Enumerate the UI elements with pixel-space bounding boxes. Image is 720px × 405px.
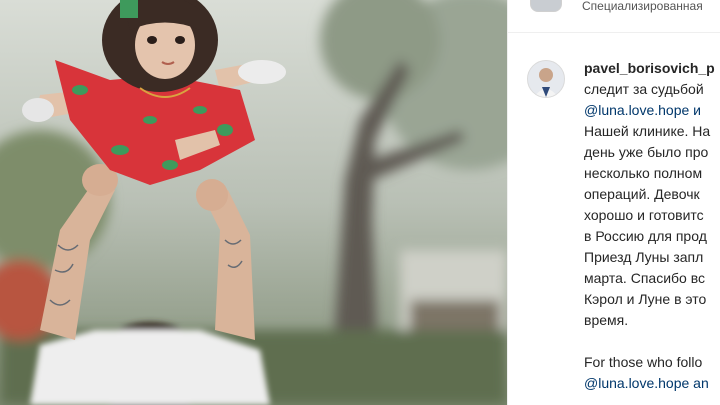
- caption-line: Кэрол и Луне в это: [584, 291, 707, 307]
- caption-line: For those who follo: [584, 354, 703, 370]
- caption-line: Приезд Луны запл: [584, 249, 704, 265]
- caption-line: Нашей клинике. На: [584, 123, 711, 139]
- post-caption: pavel_borisovich_p следит за судьбой @lu…: [584, 58, 720, 394]
- header-subtitle: Специализированная: [582, 0, 703, 13]
- caption-line: время.: [584, 312, 629, 328]
- caption-line: следит за судьбой: [584, 81, 704, 97]
- caption-line: хорошо и готовитс: [584, 207, 704, 223]
- caption-mention-link[interactable]: @luna.love.hope an: [584, 373, 720, 394]
- header-avatar[interactable]: [530, 0, 562, 12]
- avatar-illustration: [528, 61, 564, 97]
- caption-username[interactable]: pavel_borisovich_p: [584, 58, 720, 79]
- caption-line: операций. Девочк: [584, 186, 700, 202]
- caption-line: день уже было про: [584, 144, 709, 160]
- post-photo[interactable]: [0, 0, 507, 405]
- caption-line: несколько полном: [584, 165, 703, 181]
- photo-illustration: [0, 0, 507, 405]
- caption-mention-link[interactable]: @luna.love.hope и: [584, 100, 720, 121]
- caption-line: в Россию для прод: [584, 228, 707, 244]
- caption-line: марта. Спасибо вс: [584, 270, 705, 286]
- user-avatar[interactable]: [527, 60, 565, 98]
- post-header: Специализированная: [508, 0, 720, 33]
- post-sidebar: Специализированная pavel_borisovich_p сл…: [507, 0, 720, 405]
